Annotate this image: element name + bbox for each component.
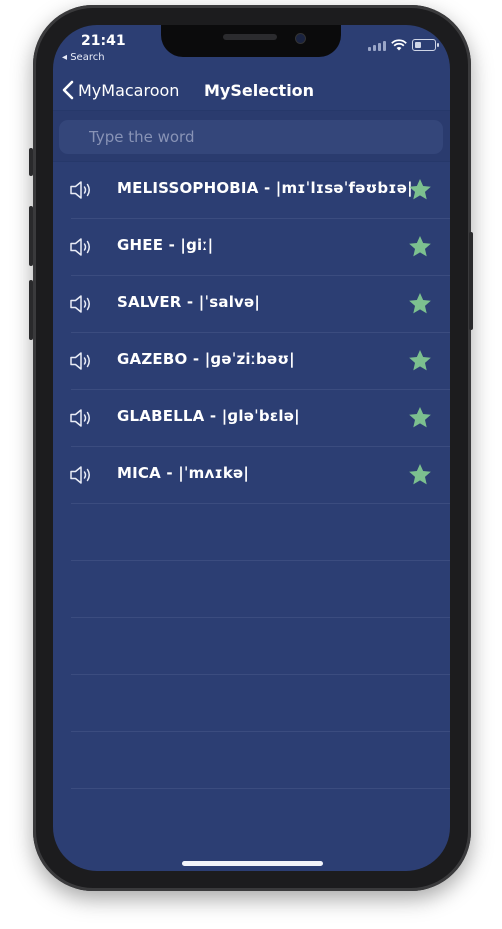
list-item[interactable]: GLABELLA - |ɡləˈbɛlə|: [69, 390, 450, 447]
speaker-icon[interactable]: [69, 407, 95, 429]
empty-row: [71, 561, 450, 618]
word-label: SALVER - |ˈsalvə|: [117, 293, 261, 311]
speaker-icon[interactable]: [69, 350, 95, 372]
signal-icon: [368, 41, 386, 51]
battery-icon: [412, 39, 439, 51]
star-icon[interactable]: [407, 291, 433, 317]
side-button-left-2: [29, 206, 33, 266]
front-camera: [295, 33, 306, 44]
empty-row: [71, 504, 450, 561]
search-input[interactable]: [59, 120, 443, 154]
list-item[interactable]: MICA - |ˈmʌɪkə|: [69, 447, 450, 504]
page-title: MySelection: [204, 81, 315, 100]
word-label: MELISSOPHOBIA - |mɪˈlɪsəˈfəʊbɪə|: [117, 179, 413, 197]
speaker-icon[interactable]: [69, 236, 95, 258]
star-icon[interactable]: [407, 177, 433, 203]
back-button-label: MyMacaroon: [78, 80, 180, 100]
list-item[interactable]: GHEE - |giː|: [69, 219, 450, 276]
empty-row: [71, 675, 450, 732]
word-label: GHEE - |giː|: [117, 236, 214, 254]
star-icon[interactable]: [407, 234, 433, 260]
star-icon[interactable]: [407, 405, 433, 431]
speaker-icon[interactable]: [69, 293, 95, 315]
earpiece: [223, 34, 277, 40]
notch: [161, 25, 341, 57]
empty-row: [71, 732, 450, 789]
search-bar: [53, 111, 450, 162]
list-item[interactable]: MELISSOPHOBIA - |mɪˈlɪsəˈfəʊbɪə|: [69, 162, 450, 219]
star-icon[interactable]: [407, 462, 433, 488]
status-back-link[interactable]: ◂ Search: [62, 52, 105, 63]
empty-row: [71, 618, 450, 675]
status-time: 21:41: [81, 33, 126, 49]
back-button[interactable]: MyMacaroon: [62, 80, 179, 100]
side-button-left-3: [29, 280, 33, 340]
speaker-icon[interactable]: [69, 179, 95, 201]
status-icons: [368, 39, 439, 51]
side-button-right: [469, 232, 473, 330]
app-screen: 21:41 ◂ Search MyMacaroon MySelection Ty…: [53, 25, 450, 871]
list-item[interactable]: GAZEBO - |ɡəˈziːbəʊ|: [69, 333, 450, 390]
speaker-icon[interactable]: [69, 464, 95, 486]
word-label: GAZEBO - |ɡəˈziːbəʊ|: [117, 350, 295, 368]
navigation-bar: MyMacaroon MySelection: [53, 74, 450, 111]
word-label: GLABELLA - |ɡləˈbɛlə|: [117, 407, 300, 425]
wifi-icon: [391, 39, 407, 51]
chevron-left-icon: [62, 80, 74, 100]
home-indicator[interactable]: [182, 861, 323, 866]
side-button-left-1: [29, 148, 33, 176]
word-label: MICA - |ˈmʌɪkə|: [117, 464, 250, 482]
word-list: MELISSOPHOBIA - |mɪˈlɪsəˈfəʊbɪə| GHEE - …: [53, 162, 450, 789]
star-icon[interactable]: [407, 348, 433, 374]
list-item[interactable]: SALVER - |ˈsalvə|: [69, 276, 450, 333]
